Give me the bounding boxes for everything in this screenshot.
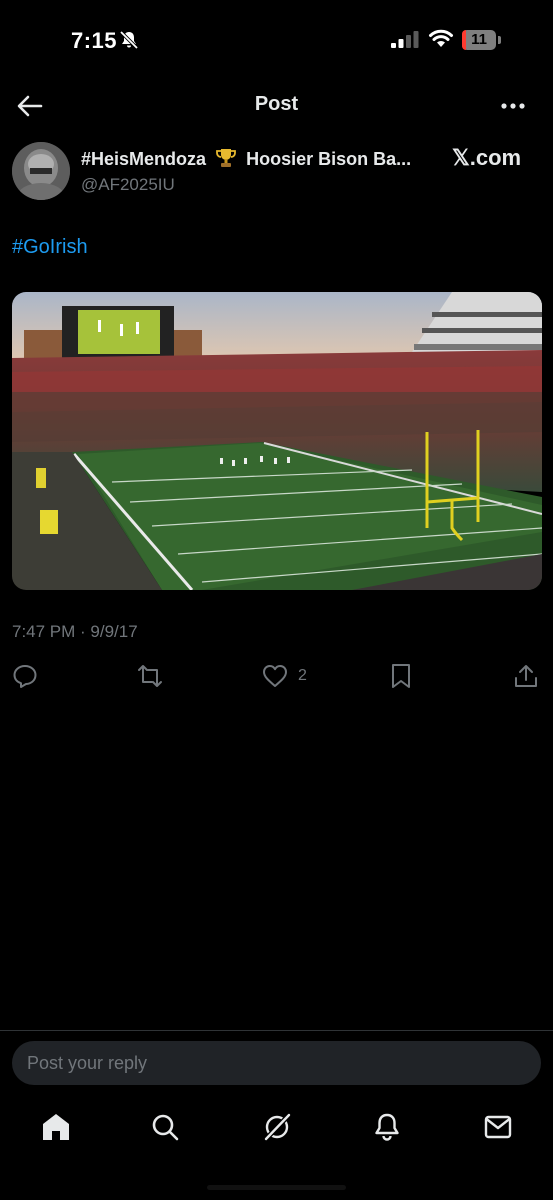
heart-icon[interactable] xyxy=(262,664,288,693)
signal-icon xyxy=(391,31,421,53)
post-header: Post xyxy=(0,82,553,130)
notifications-icon[interactable] xyxy=(373,1112,401,1147)
search-icon[interactable] xyxy=(151,1113,179,1146)
status-time: 7:15 xyxy=(71,28,118,53)
reply-divider xyxy=(0,1030,553,1031)
home-icon[interactable] xyxy=(41,1112,71,1147)
stadium-photo[interactable] xyxy=(12,292,542,590)
bookmark-icon[interactable] xyxy=(390,663,412,694)
avatar[interactable] xyxy=(12,142,70,200)
author-name-part1: #HeisMendoza xyxy=(81,149,207,169)
reply-placeholder: Post your reply xyxy=(27,1053,148,1073)
source-label: 𝕏.com xyxy=(452,145,522,170)
reply-input[interactable]: Post your reply xyxy=(12,1041,541,1085)
post-actions: 2 xyxy=(0,660,553,694)
share-icon[interactable] xyxy=(513,663,539,694)
grok-icon[interactable] xyxy=(262,1112,292,1147)
messages-icon[interactable] xyxy=(484,1114,512,1145)
post-timestamp: 7:47 PM · 9/9/17 xyxy=(12,622,138,641)
hashtag-link[interactable]: #GoIrish xyxy=(12,236,88,259)
home-indicator xyxy=(207,1185,346,1190)
bell-slash-icon xyxy=(119,30,139,55)
author-display-name[interactable]: #HeisMendoza Hoosier Bison Ba... xyxy=(81,147,411,170)
more-horizontal-icon[interactable] xyxy=(500,94,526,123)
battery-level: 11 xyxy=(471,31,487,48)
author-name-part2: Hoosier Bison Ba... xyxy=(246,149,412,169)
trophy-icon xyxy=(215,147,237,170)
battery-cap xyxy=(498,36,501,44)
bottom-tab-bar xyxy=(0,1105,553,1150)
wifi-icon xyxy=(428,28,454,53)
author-handle[interactable]: @AF2025IU xyxy=(81,175,175,195)
page-title: Post xyxy=(254,93,299,115)
reply-icon[interactable] xyxy=(12,663,38,694)
battery-icon: 11 xyxy=(462,30,496,50)
status-bar: 7:15 11 xyxy=(0,0,553,80)
repost-icon[interactable] xyxy=(136,663,164,694)
like-count: 2 xyxy=(298,667,307,684)
